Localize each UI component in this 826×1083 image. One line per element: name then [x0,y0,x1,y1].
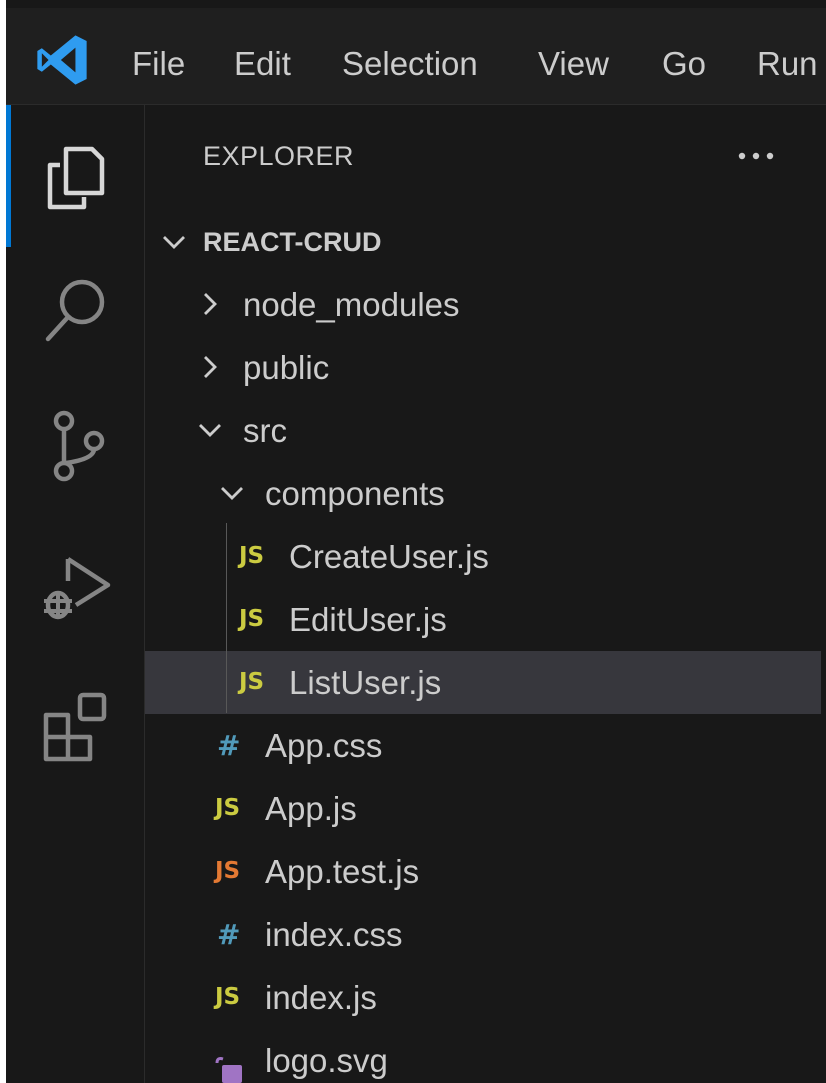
tree-item-label: App.test.js [265,853,420,890]
menu-file[interactable]: File [132,42,185,86]
tree-file-app-js[interactable]: JS App.js [145,777,821,840]
js-file-icon: JS [239,543,265,569]
vscode-window: File Edit Selection View Go Run EXPLORER… [0,0,826,1083]
tree-item-label: CreateUser.js [289,538,489,575]
css-file-icon: # [217,918,241,951]
tree-file-index-js[interactable]: JS index.js [145,966,821,1029]
chevron-right-icon [195,289,225,319]
js-file-icon: JS [239,669,265,695]
active-indicator [6,105,11,247]
search-icon[interactable] [36,270,116,350]
tree-item-label: public [243,349,330,386]
explorer-title: EXPLORER [203,141,355,171]
tree-file-edituser-js[interactable]: JS EditUser.js [145,588,821,651]
tree-item-label: src [243,412,287,449]
tree-item-label: App.js [265,790,357,827]
menu-run[interactable]: Run [757,42,818,86]
more-actions-icon[interactable] [731,131,781,181]
indent-guide [226,523,227,713]
activity-bar [6,105,145,1083]
tree-item-label: components [265,475,445,512]
js-file-icon: JS [215,795,241,821]
tree-item-label: App.css [265,727,383,764]
explorer-sidebar: EXPLORER REACT-CRUD node_modules public … [145,105,826,1083]
menu-go[interactable]: Go [662,42,706,86]
tree-item-label: EditUser.js [289,601,447,638]
tree-folder-node-modules[interactable]: node_modules [145,273,821,336]
run-debug-icon[interactable] [36,545,116,625]
svg-file-icon [213,1047,247,1083]
tree-file-app-css[interactable]: # App.css [145,714,821,777]
tree-folder-components[interactable]: components [145,462,821,525]
tree-item-label: index.js [265,979,377,1016]
chevron-down-icon [217,478,247,508]
source-control-icon[interactable] [36,405,116,485]
tree-folder-public[interactable]: public [145,336,821,399]
title-bar: File Edit Selection View Go Run [6,8,826,105]
extensions-icon[interactable] [36,685,116,765]
tree-root-react-crud[interactable]: REACT-CRUD [145,211,821,274]
explorer-icon[interactable] [36,135,116,215]
js-file-icon: JS [215,984,241,1010]
css-file-icon: # [217,729,241,762]
tree-file-createuser-js[interactable]: JS CreateUser.js [145,525,821,588]
test-file-icon: JS [215,858,241,884]
menu-view[interactable]: View [538,42,609,86]
vscode-logo-icon [34,32,90,88]
tree-file-app-test-js[interactable]: JS App.test.js [145,840,821,903]
js-file-icon: JS [239,606,265,632]
tree-item-label: ListUser.js [289,664,442,701]
chevron-right-icon [195,352,225,382]
chevron-down-icon [195,415,225,445]
chevron-down-icon [159,227,189,257]
menu-edit[interactable]: Edit [234,42,291,86]
tree-item-label: node_modules [243,286,460,323]
tree-item-label: index.css [265,916,403,953]
menu-selection[interactable]: Selection [342,42,478,86]
tree-file-listuser-js[interactable]: JS ListUser.js [145,651,821,714]
tree-file-logo-svg[interactable]: logo.svg [145,1029,821,1083]
tree-file-index-css[interactable]: # index.css [145,903,821,966]
tree-root-label: REACT-CRUD [203,227,382,257]
tree-folder-src[interactable]: src [145,399,821,462]
tree-item-label: logo.svg [265,1042,388,1079]
